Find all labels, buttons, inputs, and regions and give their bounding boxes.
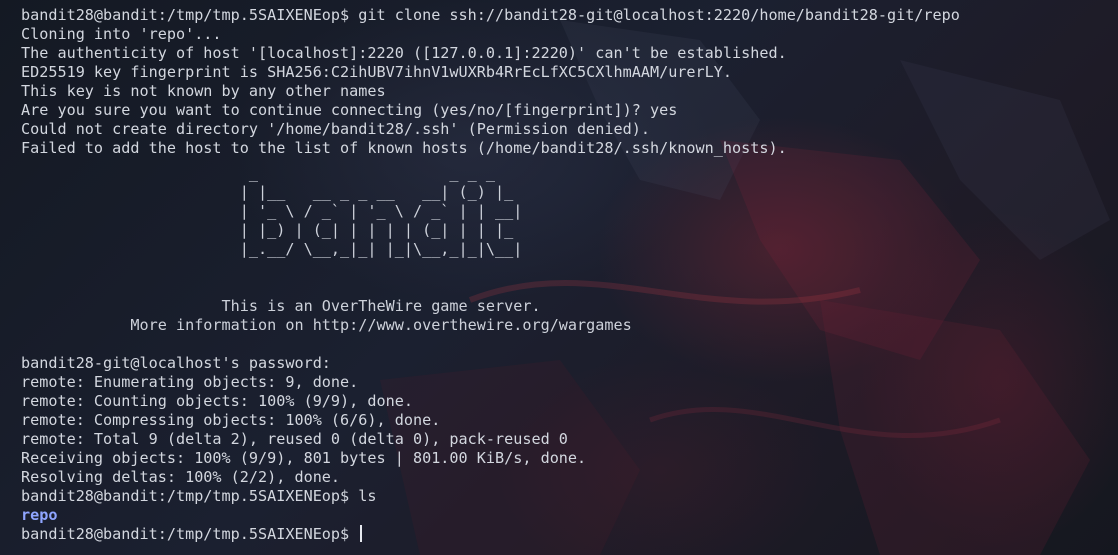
terminal-line: Are you sure you want to continue connec… <box>21 101 678 119</box>
terminal-line: Could not create directory '/home/bandit… <box>21 120 650 138</box>
banner-line: More information on http://www.overthewi… <box>21 316 632 334</box>
terminal-line: remote: Total 9 (delta 2), reused 0 (del… <box>21 430 568 448</box>
terminal-line: bandit28@bandit:/tmp/tmp.5SAIXENEop$ ls <box>21 487 377 505</box>
terminal-line: Resolving deltas: 100% (2/2), done. <box>21 468 341 486</box>
directory-entry[interactable]: repo <box>21 506 57 524</box>
ascii-art-line: |_.__/ \__,_|_| |_|\__,_|_|\__| <box>21 240 523 258</box>
terminal-line: remote: Enumerating objects: 9, done. <box>21 373 359 391</box>
terminal-line: bandit28-git@localhost's password: <box>21 354 331 372</box>
ascii-art-line: | |__ __ _ _ __ __| (_) |_ <box>21 183 514 201</box>
ls-output-line: repo <box>21 506 1108 525</box>
banner-line: This is an OverTheWire game server. <box>21 297 541 315</box>
shell-prompt: bandit28@bandit:/tmp/tmp.5SAIXENEop$ <box>21 525 359 543</box>
ascii-art-line: _ _ _ _ <box>21 164 496 182</box>
terminal-window[interactable]: bandit28@bandit:/tmp/tmp.5SAIXENEop$ git… <box>21 6 1108 551</box>
terminal-line: bandit28@bandit:/tmp/tmp.5SAIXENEop$ git… <box>21 6 960 24</box>
text-cursor-icon <box>360 525 363 542</box>
ascii-art-line: | |_) | (_| | | | | (_| | | |_ <box>21 221 514 239</box>
terminal-line: ED25519 key fingerprint is SHA256:C2ihUB… <box>21 63 733 81</box>
terminal-line: Receiving objects: 100% (9/9), 801 bytes… <box>21 449 587 467</box>
ascii-art-line: | '_ \ / _` | '_ \ / _` | | __| <box>21 202 523 220</box>
terminal-line: Failed to add the host to the list of kn… <box>21 139 787 157</box>
terminal-line: The authenticity of host '[localhost]:22… <box>21 44 787 62</box>
terminal-line: This key is not known by any other names <box>21 82 386 100</box>
terminal-line: remote: Compressing objects: 100% (6/6),… <box>21 411 441 429</box>
command-prompt-line[interactable]: bandit28@bandit:/tmp/tmp.5SAIXENEop$ <box>21 525 1108 544</box>
terminal-line: remote: Counting objects: 100% (9/9), do… <box>21 392 413 410</box>
terminal-line: Cloning into 'repo'... <box>21 25 222 43</box>
